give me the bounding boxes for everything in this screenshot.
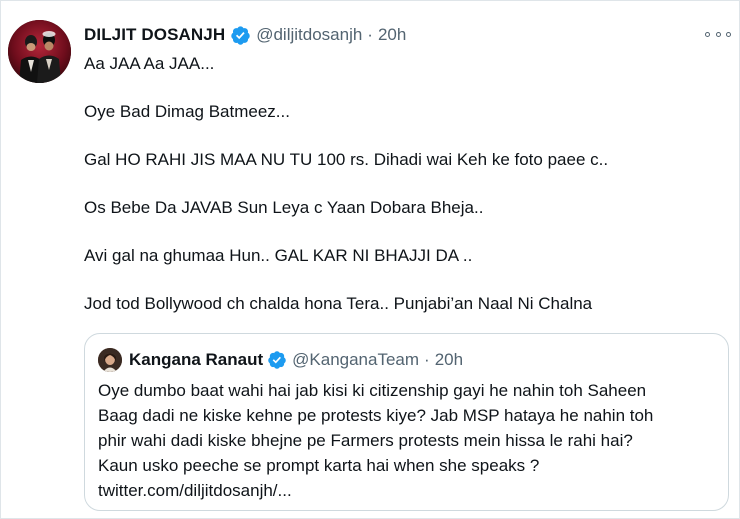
- separator-dot: ·: [424, 350, 430, 369]
- author-name[interactable]: DILJIT DOSANJH: [84, 25, 225, 45]
- quoted-tweet-header: Kangana Ranaut @KanganaTeam · 20h: [98, 348, 463, 372]
- tweet-line: Aa JAA Aa JAA...: [84, 54, 215, 73]
- tweet-timestamp[interactable]: 20h: [378, 25, 406, 45]
- tweet-line: Jod tod Bollywood ch chalda hona Tera.. …: [84, 294, 593, 313]
- tweet-header: DILJIT DOSANJH @diljitdosanjh · 20h: [84, 23, 406, 47]
- tweet-line: Os Bebe Da JAVAB Sun Leya c Yaan Dobara …: [84, 198, 484, 217]
- author-avatar[interactable]: [8, 20, 71, 83]
- more-dot: [726, 31, 731, 37]
- tweet-line: Oye Bad Dimag Batmeez...: [84, 102, 290, 121]
- more-dot: [705, 31, 710, 37]
- tweet-line: Gal HO RAHI JIS MAA NU TU 100 rs. Dihadi…: [84, 150, 609, 169]
- quoted-tweet[interactable]: Kangana Ranaut @KanganaTeam · 20h Oye du…: [84, 333, 729, 511]
- more-dot: [715, 31, 721, 37]
- quoted-avatar-image: [98, 348, 122, 372]
- quoted-tweet-text: Oye dumbo baat wahi hai jab kisi ki citi…: [98, 381, 654, 500]
- quoted-author-avatar[interactable]: [98, 348, 122, 372]
- tweet-card[interactable]: DILJIT DOSANJH @diljitdosanjh · 20h Aa J…: [0, 0, 740, 519]
- quoted-author-name[interactable]: Kangana Ranaut: [129, 350, 263, 370]
- separator-dot: ·: [367, 25, 373, 44]
- verified-badge-icon: [268, 351, 286, 369]
- more-options-icon[interactable]: [705, 26, 731, 42]
- tweet-text: Aa JAA Aa JAA... Oye Bad Dimag Batmeez..…: [84, 53, 724, 315]
- quoted-tweet-timestamp[interactable]: 20h: [435, 350, 463, 370]
- author-handle[interactable]: @diljitdosanjh: [256, 25, 362, 45]
- quoted-author-handle[interactable]: @KanganaTeam: [292, 350, 419, 370]
- tweet-line: Avi gal na ghumaa Hun.. GAL KAR NI BHAJJ…: [84, 246, 473, 265]
- avatar-image: [8, 20, 71, 83]
- verified-badge-icon: [231, 25, 250, 45]
